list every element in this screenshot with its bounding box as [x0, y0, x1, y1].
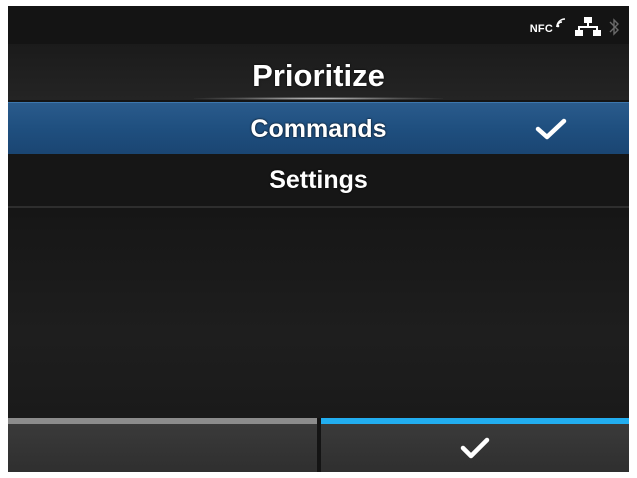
- confirm-softkey[interactable]: [320, 418, 629, 472]
- nfc-label: NFC: [529, 23, 553, 35]
- printer-display: NFC Prioritize Commands Settings: [8, 6, 629, 472]
- title-divider: [194, 97, 443, 100]
- menu-item-commands[interactable]: Commands: [8, 102, 629, 156]
- left-softkey[interactable]: [8, 418, 317, 472]
- check-icon: [460, 436, 490, 465]
- header: Prioritize: [8, 44, 629, 100]
- empty-list-area: [8, 208, 629, 418]
- menu-item-label: Settings: [269, 165, 368, 194]
- bluetooth-icon: [609, 17, 619, 42]
- menu-item-label: Commands: [250, 114, 387, 143]
- nfc-icon: NFC: [529, 18, 567, 35]
- page-title: Prioritize: [252, 58, 385, 93]
- network-icon: [575, 16, 601, 43]
- check-icon: [535, 117, 567, 148]
- softkey-bar: [8, 418, 629, 472]
- menu-item-settings[interactable]: Settings: [8, 154, 629, 208]
